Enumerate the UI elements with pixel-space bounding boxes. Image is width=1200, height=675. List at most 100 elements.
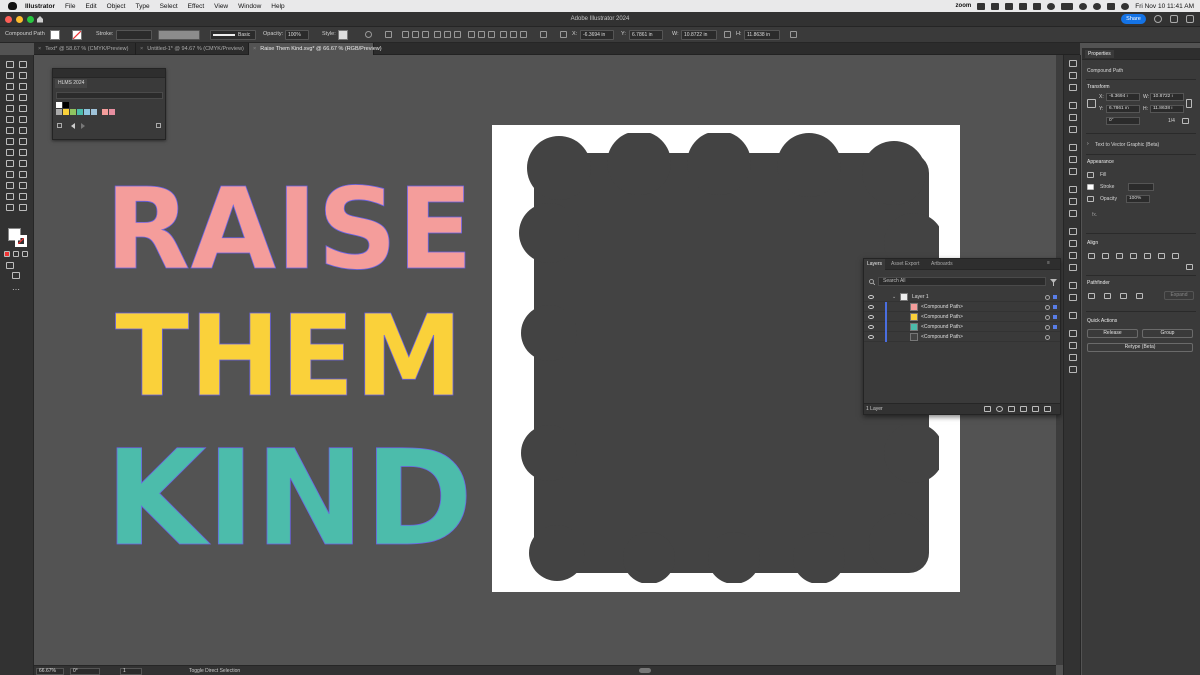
properties-dock-icon[interactable] xyxy=(1069,60,1077,67)
opacity-field[interactable]: 100% xyxy=(1126,195,1150,203)
distribute-bottom-icon[interactable] xyxy=(488,31,495,38)
extension-icon[interactable] xyxy=(1005,2,1014,10)
curvature-tool-icon[interactable] xyxy=(19,83,27,90)
distribute-right-icon[interactable] xyxy=(520,31,527,38)
exclude-icon[interactable] xyxy=(1136,293,1143,299)
make-clipping-mask-icon[interactable] xyxy=(1008,406,1015,412)
align-bottom-icon[interactable] xyxy=(1158,253,1165,259)
next-library-icon[interactable] xyxy=(81,123,85,129)
fx-button[interactable]: fx. xyxy=(1092,212,1097,218)
artboard-tool-icon[interactable] xyxy=(6,193,14,200)
visibility-eye-icon[interactable] xyxy=(868,315,874,319)
locate-object-icon[interactable] xyxy=(996,406,1003,412)
share-button[interactable]: Share xyxy=(1121,14,1146,24)
opacity-label[interactable]: Opacity xyxy=(1100,196,1117,202)
menu-window[interactable]: Window xyxy=(238,3,261,10)
search-icon[interactable] xyxy=(1093,2,1102,10)
paintbrush-tool-icon[interactable] xyxy=(19,105,27,112)
visibility-eye-icon[interactable] xyxy=(868,295,874,299)
opacity-field[interactable]: 100% xyxy=(285,30,309,40)
intersect-icon[interactable] xyxy=(1120,293,1127,299)
swatch-none[interactable] xyxy=(56,102,62,108)
stroke-color-box[interactable] xyxy=(15,235,27,247)
glyphs-dock-icon[interactable] xyxy=(1069,366,1077,373)
opentype-dock-icon[interactable] xyxy=(1069,354,1077,361)
arrange-documents-icon[interactable] xyxy=(1170,15,1178,23)
swatches-dock-icon[interactable] xyxy=(1069,102,1077,109)
shaper-tool-icon[interactable] xyxy=(6,116,14,123)
target-icon[interactable] xyxy=(1045,315,1050,320)
align-left-icon[interactable] xyxy=(402,31,409,38)
collect-export-icon[interactable] xyxy=(984,406,991,412)
swatch-teal[interactable] xyxy=(77,109,83,115)
align-hcenter-icon[interactable] xyxy=(1102,253,1109,259)
distribute-vcenter-icon[interactable] xyxy=(478,31,485,38)
target-icon[interactable] xyxy=(1045,305,1050,310)
align-to-icon[interactable] xyxy=(385,31,392,38)
pm-icon[interactable] xyxy=(991,2,1000,10)
filter-icon[interactable] xyxy=(1050,279,1057,286)
target-icon[interactable] xyxy=(1045,295,1050,300)
swatch-menu-icon[interactable] xyxy=(57,123,62,128)
type-tool-icon[interactable] xyxy=(6,94,14,101)
apple-icon[interactable] xyxy=(8,2,17,10)
menu-app[interactable]: Illustrator xyxy=(25,3,55,10)
slice-tool-icon[interactable] xyxy=(19,193,27,200)
distribute-left-icon[interactable] xyxy=(500,31,507,38)
constrain-proportions-icon[interactable] xyxy=(724,31,731,38)
hand-tool-icon[interactable] xyxy=(6,204,14,211)
paragraph-dock-icon[interactable] xyxy=(1069,342,1077,349)
search-help-icon[interactable] xyxy=(1154,15,1162,23)
swatch-search-input[interactable] xyxy=(56,92,163,99)
align-vcenter-icon[interactable] xyxy=(444,31,451,38)
target-icon[interactable] xyxy=(1045,325,1050,330)
stroke-label[interactable]: Stroke xyxy=(1100,184,1114,190)
x-field[interactable]: -6.3694 in xyxy=(580,30,614,40)
asset-export-dock-icon[interactable] xyxy=(1069,282,1077,289)
stroke-swatch-icon[interactable] xyxy=(1087,184,1094,190)
align-vcenter-icon[interactable] xyxy=(1144,253,1151,259)
release-button[interactable]: Release xyxy=(1087,329,1138,338)
draw-mode-icon[interactable] xyxy=(6,262,14,269)
more-align-icon[interactable] xyxy=(1186,264,1193,270)
color-dock-icon[interactable] xyxy=(1069,84,1077,91)
layer-item-row[interactable]: <Compound Path> xyxy=(864,312,1060,322)
brush-definition[interactable]: Basic xyxy=(210,30,256,40)
fill-swatch-icon[interactable] xyxy=(1087,172,1094,178)
width-tool-icon[interactable] xyxy=(6,138,14,145)
image-trace-dock-icon[interactable] xyxy=(1069,210,1077,217)
tab-layers[interactable]: Layers xyxy=(864,259,886,270)
y-field[interactable]: 6.7861 in xyxy=(1106,105,1140,113)
group-button[interactable]: Group xyxy=(1142,329,1193,338)
layer-row[interactable]: ⌄ Layer 1 xyxy=(864,292,1060,302)
layers-dock-icon[interactable] xyxy=(1069,264,1077,271)
shape-options-icon[interactable] xyxy=(790,31,797,38)
y-field[interactable]: 6.7861 in xyxy=(629,30,663,40)
align-top-icon[interactable] xyxy=(1130,253,1137,259)
align-bottom-icon[interactable] xyxy=(454,31,461,38)
character-dock-icon[interactable] xyxy=(1069,330,1077,337)
close-tab-icon[interactable]: × xyxy=(253,46,256,52)
visibility-eye-icon[interactable] xyxy=(868,335,874,339)
new-sublayer-icon[interactable] xyxy=(1020,406,1027,412)
swatch-rose[interactable] xyxy=(109,109,115,115)
gradient-tool-icon[interactable] xyxy=(19,160,27,167)
menu-file[interactable]: File xyxy=(65,3,75,10)
graphic-style-swatch[interactable] xyxy=(338,30,348,40)
magic-wand-tool-icon[interactable] xyxy=(6,72,14,79)
layers-search-input[interactable]: Search All xyxy=(878,277,1046,286)
menu-effect[interactable]: Effect xyxy=(188,3,205,10)
rotate-tool-icon[interactable] xyxy=(6,127,14,134)
grid-icon[interactable] xyxy=(1033,2,1042,10)
menu-type[interactable]: Type xyxy=(135,3,149,10)
layer-item-row[interactable]: <Compound Path> xyxy=(864,302,1060,312)
rotate-view-field[interactable]: 0° xyxy=(70,668,100,675)
align-hcenter-icon[interactable] xyxy=(412,31,419,38)
w-field[interactable]: 10.8722 i xyxy=(1150,93,1184,101)
control-center-icon[interactable] xyxy=(1107,2,1116,10)
siri-icon[interactable] xyxy=(1121,2,1130,10)
line-tool-icon[interactable] xyxy=(19,94,27,101)
tab-asset-export[interactable]: Asset Export xyxy=(888,259,922,270)
column-graph-tool-icon[interactable] xyxy=(19,182,27,189)
stroke-dock-icon[interactable] xyxy=(1069,144,1077,151)
